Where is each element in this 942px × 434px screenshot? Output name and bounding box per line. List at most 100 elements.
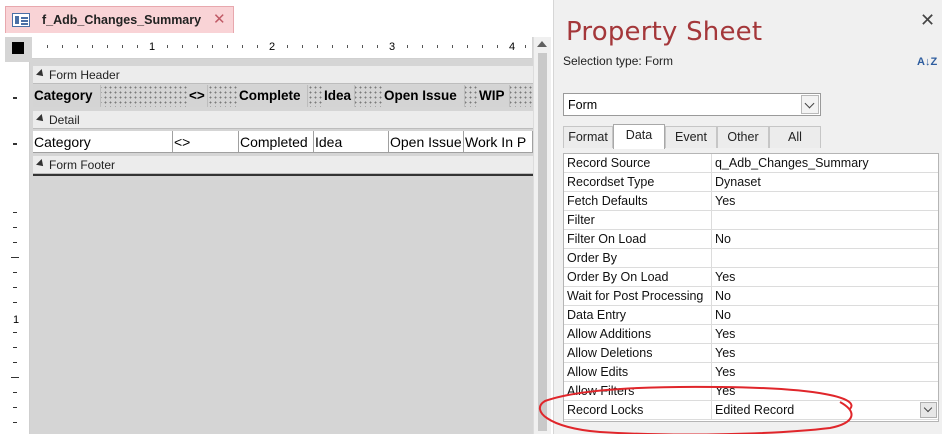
form-header-section[interactable]: Category <> Complete Idea Open Issue WIP bbox=[33, 85, 533, 107]
property-value[interactable]: No bbox=[713, 230, 938, 248]
document-tab-title: f_Adb_Changes_Summary bbox=[42, 13, 202, 27]
document-tab[interactable]: f_Adb_Changes_Summary ✕ bbox=[5, 6, 234, 33]
property-row[interactable]: Allow Filters Yes bbox=[564, 382, 938, 401]
property-value[interactable]: Yes bbox=[713, 344, 938, 362]
property-name: Allow Edits bbox=[564, 363, 712, 381]
property-value[interactable]: Dynaset bbox=[713, 173, 938, 191]
field-nokey[interactable]: <> bbox=[173, 131, 239, 153]
tab-event[interactable]: Event bbox=[665, 126, 717, 148]
header-label-category[interactable]: Category bbox=[33, 85, 101, 107]
property-row[interactable]: Data Entry No bbox=[564, 306, 938, 325]
header-label-wip[interactable]: WIP bbox=[478, 85, 510, 107]
detail-bar[interactable]: Detail bbox=[33, 111, 533, 129]
property-row[interactable]: Allow Edits Yes bbox=[564, 363, 938, 382]
header-row-selector[interactable] bbox=[13, 97, 17, 99]
property-name: Filter bbox=[564, 211, 712, 229]
property-value[interactable] bbox=[713, 211, 938, 229]
property-row[interactable]: Allow Deletions Yes bbox=[564, 344, 938, 363]
property-name: Recordset Type bbox=[564, 173, 712, 191]
sort-icon-label: A↓Z bbox=[917, 56, 938, 68]
close-icon[interactable]: ✕ bbox=[920, 10, 935, 31]
form-header-label: Form Header bbox=[49, 68, 120, 82]
ruler-number: 3 bbox=[389, 41, 396, 53]
ruler-number: 1 bbox=[13, 314, 20, 326]
property-name: Order By bbox=[564, 249, 712, 267]
detail-row-selector[interactable] bbox=[13, 143, 17, 145]
property-row[interactable]: Record Source q_Adb_Changes_Summary bbox=[564, 154, 938, 173]
property-row[interactable]: Filter On Load No bbox=[564, 230, 938, 249]
design-surface: 1 2 3 4 1 Form Header Category <> Comple… bbox=[5, 37, 551, 434]
field-work-in-progress[interactable]: Work In P bbox=[464, 131, 533, 153]
property-name: Order By On Load bbox=[564, 268, 712, 286]
scroll-thumb[interactable] bbox=[538, 53, 547, 431]
property-value[interactable]: Yes bbox=[713, 268, 938, 286]
vertical-scrollbar[interactable] bbox=[533, 37, 551, 434]
close-icon[interactable]: ✕ bbox=[213, 10, 226, 28]
form-footer-bar[interactable]: Form Footer bbox=[33, 156, 533, 174]
sort-icon[interactable]: A↓Z bbox=[917, 56, 938, 68]
property-value[interactable]: No bbox=[713, 306, 938, 324]
property-row[interactable]: Filter bbox=[564, 211, 938, 230]
vertical-ruler: 1 2 bbox=[5, 62, 30, 434]
property-sheet-title: Property Sheet bbox=[566, 17, 763, 47]
header-label-idea[interactable]: Idea bbox=[323, 85, 355, 107]
tab-other[interactable]: Other bbox=[717, 126, 769, 148]
field-open-issue[interactable]: Open Issue bbox=[389, 131, 464, 153]
form-icon bbox=[12, 13, 30, 27]
value-dropdown-button[interactable] bbox=[920, 402, 937, 418]
form-selector[interactable] bbox=[12, 42, 24, 54]
section-marker-icon bbox=[36, 159, 46, 169]
property-name: Filter On Load bbox=[564, 230, 712, 248]
field-completed[interactable]: Completed bbox=[239, 131, 314, 153]
field-idea[interactable]: Idea bbox=[314, 131, 389, 153]
chevron-down-icon bbox=[804, 98, 815, 109]
object-selector[interactable]: Form bbox=[563, 93, 821, 116]
scroll-up-icon[interactable] bbox=[537, 41, 547, 47]
header-label-open-issue[interactable]: Open Issue bbox=[383, 85, 465, 107]
property-value[interactable]: Edited Record bbox=[713, 401, 938, 419]
property-row[interactable]: Order By bbox=[564, 249, 938, 268]
property-value[interactable]: Yes bbox=[713, 363, 938, 381]
tab-format[interactable]: Format bbox=[563, 126, 613, 148]
form-canvas[interactable]: Form Header Category <> Complete Idea Op… bbox=[33, 62, 533, 434]
property-row[interactable]: Allow Additions Yes bbox=[564, 325, 938, 344]
section-marker-icon bbox=[36, 69, 46, 79]
property-row[interactable]: Fetch Defaults Yes bbox=[564, 192, 938, 211]
header-label-complete[interactable]: Complete bbox=[238, 85, 308, 107]
tab-data[interactable]: Data bbox=[613, 124, 665, 149]
header-label-nokey[interactable]: <> bbox=[188, 85, 208, 107]
property-row[interactable]: Recordset Type Dynaset bbox=[564, 173, 938, 192]
property-row[interactable]: Record Locks Edited Record bbox=[564, 401, 938, 420]
form-footer-label: Form Footer bbox=[49, 158, 116, 172]
detail-section[interactable]: Category <> Completed Idea Open Issue Wo… bbox=[33, 131, 533, 153]
property-name: Record Source bbox=[564, 154, 712, 172]
property-name: Data Entry bbox=[564, 306, 712, 324]
ruler-number: 2 bbox=[269, 41, 276, 53]
form-designer-pane: f_Adb_Changes_Summary ✕ 1 2 3 4 1 Form H… bbox=[0, 0, 553, 434]
object-selector-value: Form bbox=[568, 98, 598, 112]
selection-type: Selection type: Form bbox=[563, 54, 674, 68]
property-value[interactable]: Yes bbox=[713, 325, 938, 343]
property-value[interactable]: No bbox=[713, 287, 938, 305]
property-value[interactable]: Yes bbox=[713, 192, 938, 210]
chevron-down-icon bbox=[923, 403, 933, 413]
dropdown-button[interactable] bbox=[801, 95, 819, 114]
property-value[interactable]: Yes bbox=[713, 382, 938, 400]
property-name: Fetch Defaults bbox=[564, 192, 712, 210]
tab-all[interactable]: All bbox=[769, 126, 821, 148]
access-window: f_Adb_Changes_Summary ✕ 1 2 3 4 1 Form H… bbox=[0, 0, 942, 434]
property-sheet-pane: Property Sheet ✕ Selection type: Form A↓… bbox=[553, 0, 942, 434]
ruler-number: 4 bbox=[509, 41, 516, 53]
property-name: Allow Filters bbox=[564, 382, 712, 400]
property-value[interactable]: q_Adb_Changes_Summary bbox=[713, 154, 938, 172]
property-row[interactable]: Wait for Post Processing No bbox=[564, 287, 938, 306]
property-name: Allow Additions bbox=[564, 325, 712, 343]
property-row[interactable]: Order By On Load Yes bbox=[564, 268, 938, 287]
form-header-bar[interactable]: Form Header bbox=[33, 66, 533, 84]
property-value[interactable] bbox=[713, 249, 938, 267]
field-category[interactable]: Category bbox=[33, 131, 173, 153]
property-name: Wait for Post Processing bbox=[564, 287, 712, 305]
horizontal-ruler: 1 2 3 4 bbox=[32, 37, 532, 59]
footer-divider bbox=[33, 174, 533, 176]
property-name: Record Locks bbox=[564, 401, 712, 419]
